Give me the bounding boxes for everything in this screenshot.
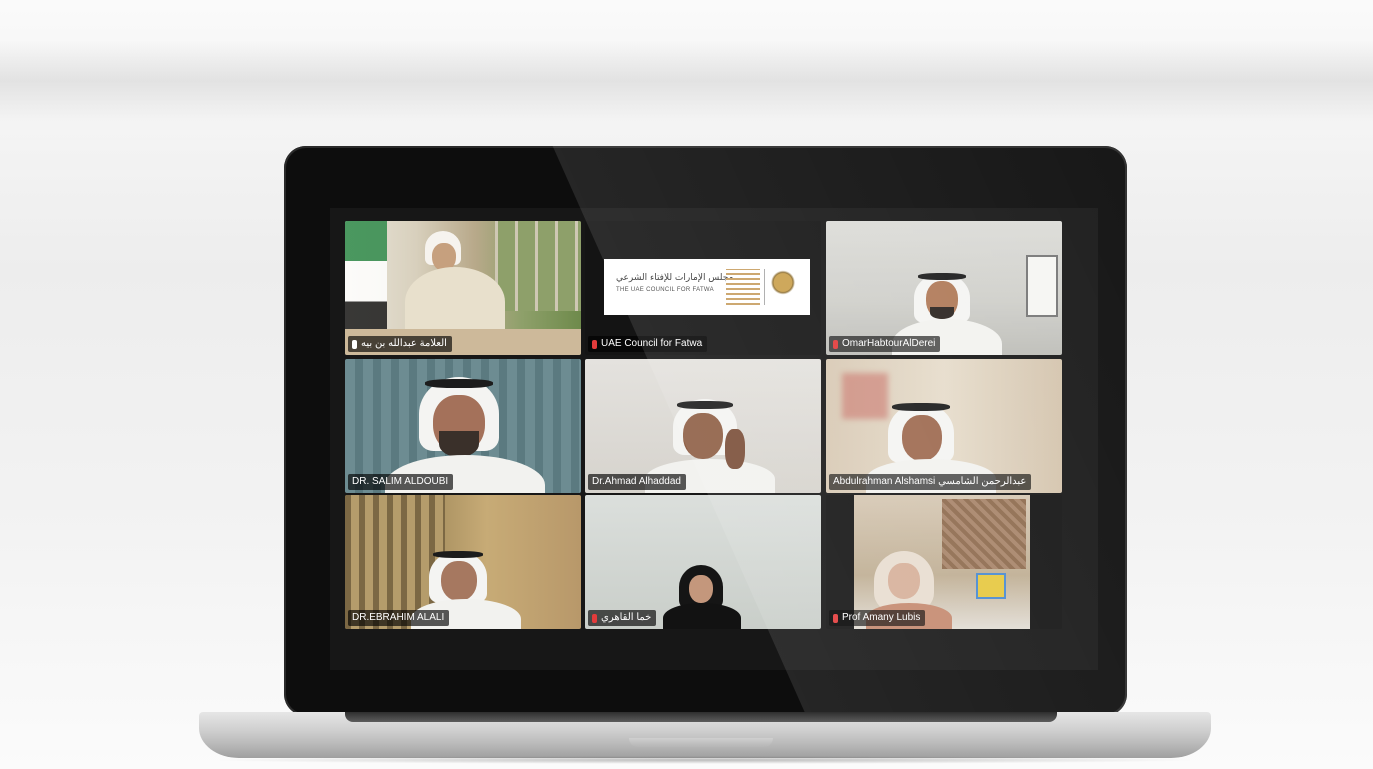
mic-icon: [352, 339, 357, 349]
participant-name-tag: Dr.Ahmad Alhaddad: [588, 474, 686, 490]
participant-video: [345, 359, 581, 493]
background-band: [0, 40, 1373, 122]
participant-name: OmarHabtourAlDerei: [842, 338, 936, 349]
video-tile-8[interactable]: خما القاهري: [585, 495, 821, 629]
laptop-hinge: [345, 712, 1057, 722]
participant-name: UAE Council for Fatwa: [601, 338, 703, 349]
uae-emblem-icon: [770, 269, 796, 299]
participant-name: العلامة عبدالله بن بيه: [361, 338, 447, 349]
participant-video: [585, 359, 821, 493]
logo-arabic-text: مجلس الإمارات للإفتاء الشرعي: [616, 273, 734, 283]
participant-video: [826, 359, 1062, 493]
video-tile-4[interactable]: DR. SALIM ALDOUBI: [345, 359, 581, 493]
council-logo: مجلس الإمارات للإفتاء الشرعي THE UAE COU…: [604, 259, 810, 315]
participant-name: DR. SALIM ALDOUBI: [352, 476, 449, 487]
participant-name: DR.EBRAHIM ALALI: [352, 612, 445, 623]
laptop-shadow: [210, 756, 1200, 764]
video-tile-3[interactable]: OmarHabtourAlDerei: [826, 221, 1062, 355]
video-tile-1[interactable]: العلامة عبدالله بن بيه: [345, 221, 581, 355]
logo-english-text: THE UAE COUNCIL FOR FATWA: [616, 287, 714, 293]
participant-video: [826, 495, 1062, 629]
participant-name: Prof Amany Lubis: [842, 612, 921, 623]
participant-name-tag: العلامة عبدالله بن بيه: [348, 336, 452, 352]
participant-name-tag: UAE Council for Fatwa: [588, 336, 708, 352]
logo-mark-icon: [726, 269, 760, 305]
video-tile-6[interactable]: Abdulrahman Alshamsi عبدالرحمن الشامسي: [826, 359, 1062, 493]
participant-video: [345, 221, 581, 355]
participant-video: [585, 495, 821, 629]
participant-name: Dr.Ahmad Alhaddad: [592, 476, 681, 487]
video-tile-2[interactable]: مجلس الإمارات للإفتاء الشرعي THE UAE COU…: [585, 221, 821, 355]
video-call-screen: العلامة عبدالله بن بيه مجلس الإمارات للإ…: [330, 208, 1098, 670]
participant-name-tag: Prof Amany Lubis: [829, 610, 926, 626]
mic-muted-icon: [833, 339, 838, 349]
video-tile-7[interactable]: DR.EBRAHIM ALALI: [345, 495, 581, 629]
video-tile-9[interactable]: Prof Amany Lubis: [826, 495, 1062, 629]
participant-name-tag: خما القاهري: [588, 610, 657, 626]
participant-name: Abdulrahman Alshamsi عبدالرحمن الشامسي: [833, 476, 1027, 487]
laptop-trackpad-notch: [629, 738, 773, 747]
participant-video: [826, 221, 1062, 355]
mic-muted-icon: [833, 613, 838, 623]
mic-muted-icon: [592, 613, 597, 623]
participant-name-tag: DR. SALIM ALDOUBI: [348, 474, 454, 490]
participant-name: خما القاهري: [601, 612, 652, 623]
video-tile-5[interactable]: Dr.Ahmad Alhaddad: [585, 359, 821, 493]
participant-name-tag: Abdulrahman Alshamsi عبدالرحمن الشامسي: [829, 474, 1032, 490]
participant-name-tag: DR.EBRAHIM ALALI: [348, 610, 450, 626]
mic-muted-icon: [592, 339, 597, 349]
participant-name-tag: OmarHabtourAlDerei: [829, 336, 941, 352]
participant-video: [345, 495, 581, 629]
